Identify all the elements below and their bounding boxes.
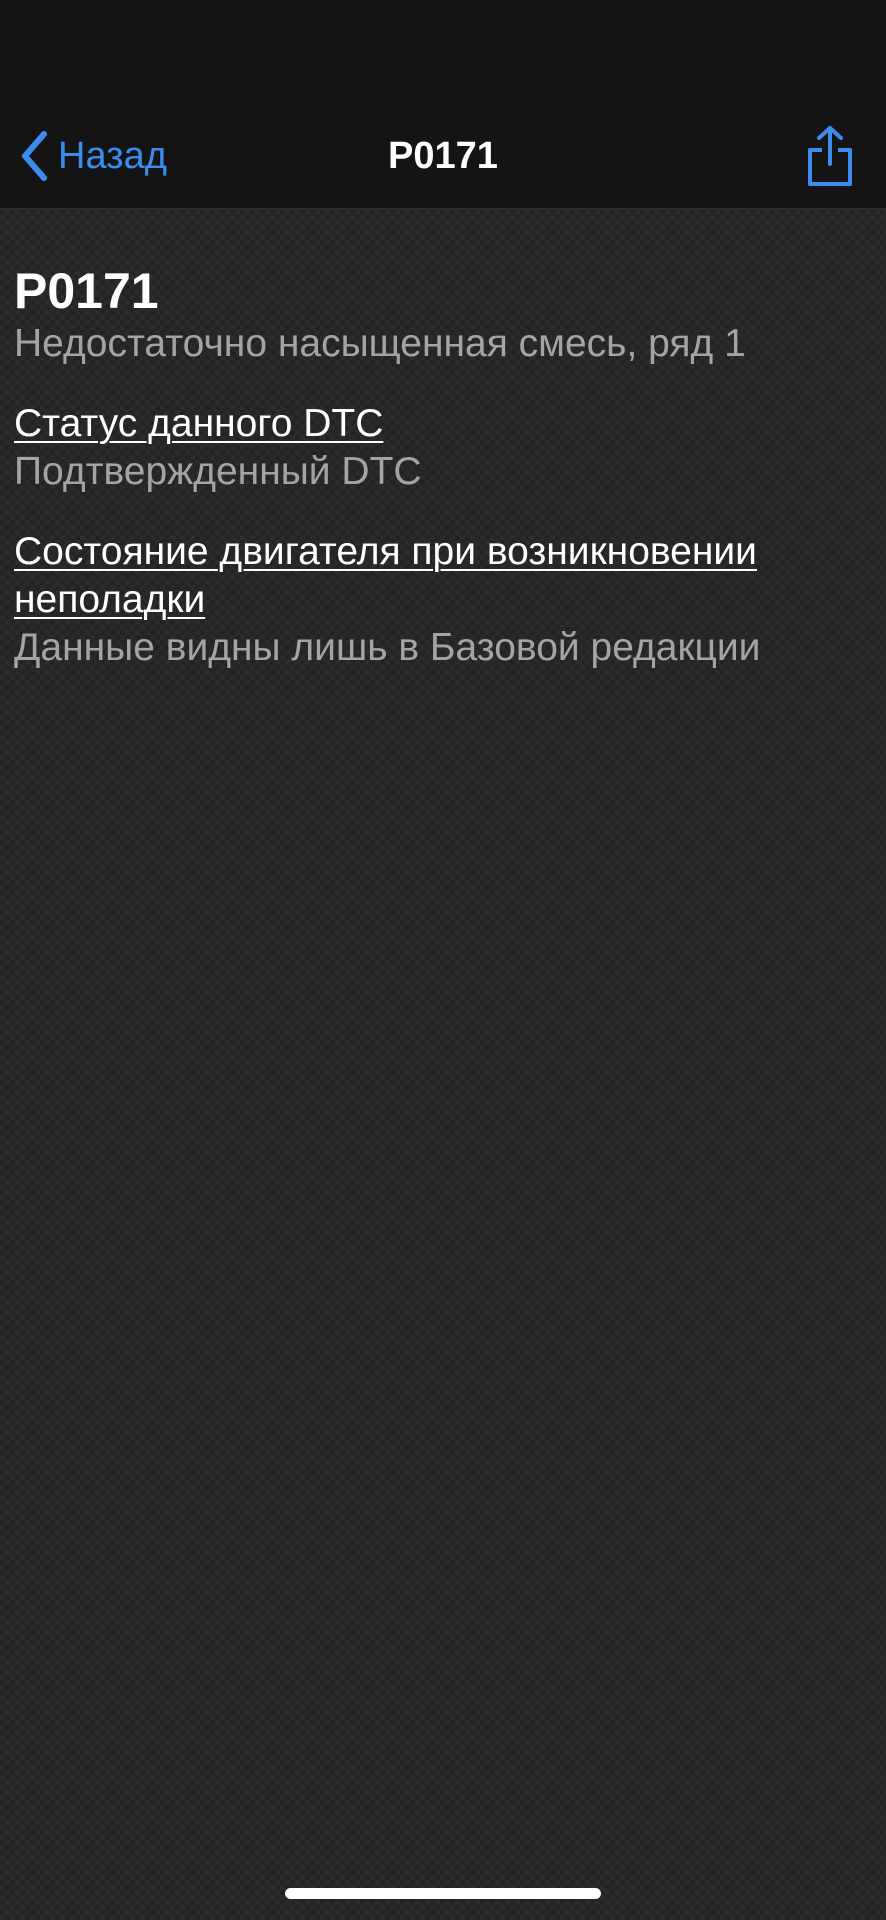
dtc-details: P0171 Недостаточно насыщенная смесь, ряд… <box>14 262 874 672</box>
back-button[interactable]: Назад <box>20 128 167 184</box>
status-value: Подтвержденный DTC <box>14 450 422 493</box>
back-button-label: Назад <box>58 135 167 177</box>
share-button[interactable] <box>804 124 856 188</box>
navigation-bar: Назад P0171 <box>0 0 886 209</box>
chevron-left-icon <box>20 131 48 181</box>
dtc-description: Недостаточно насыщенная смесь, ряд 1 <box>14 322 746 365</box>
dtc-code: P0171 <box>14 263 159 319</box>
engine-state-value: Данные видны лишь в Базовой редакции <box>14 626 761 669</box>
status-heading: Статус данного DTC <box>14 402 384 445</box>
status-section: Статус данного DTC Подтвержденный DTC <box>14 400 874 496</box>
engine-state-section: Состояние двигателя при возникновении не… <box>14 528 874 672</box>
share-icon <box>804 124 856 188</box>
home-indicator[interactable] <box>285 1888 601 1899</box>
engine-state-heading: Состояние двигателя при возникновении не… <box>14 530 757 621</box>
